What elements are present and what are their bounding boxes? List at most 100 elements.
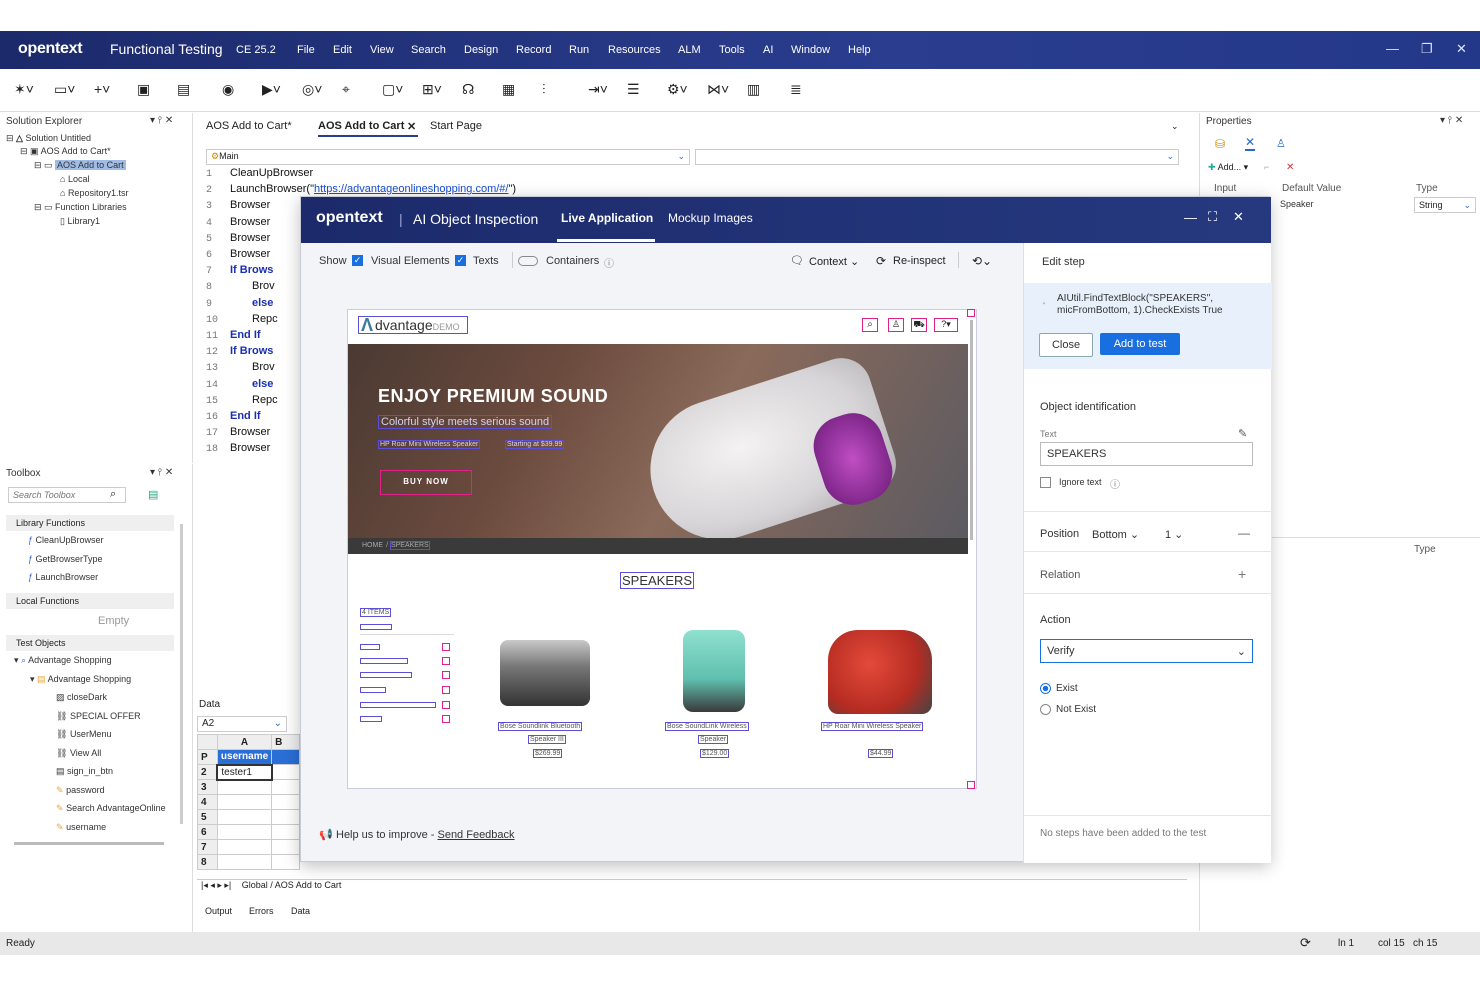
type-select[interactable]: String ⌄ [1414, 197, 1476, 213]
filter-toggle[interactable] [442, 715, 450, 723]
product-image-bose-iii[interactable] [500, 640, 590, 706]
filter-option[interactable] [360, 702, 436, 708]
containers-toggle[interactable] [518, 256, 538, 266]
options-icon[interactable]: ≣ [790, 81, 802, 98]
product-name[interactable]: Speaker [698, 735, 729, 744]
toolbox-refresh-icon[interactable]: ▤ [148, 488, 158, 501]
product-image-soundlink[interactable] [683, 630, 745, 712]
code-line[interactable]: 10 Repc [206, 313, 278, 329]
tab-close-icon[interactable]: ✕ [407, 120, 416, 133]
tree-action[interactable]: ⊟ ▭ AOS Add to Cart [34, 160, 126, 171]
aut-logo[interactable]: Λ dvantageDEMO [358, 315, 468, 335]
ai-icon[interactable]: ⊞˅ [422, 81, 442, 98]
add-to-test-button[interactable]: Add to test [1100, 333, 1180, 355]
general-tab-icon[interactable]: ⛁ [1215, 137, 1225, 151]
open-icon[interactable]: ▭˅ [54, 81, 75, 98]
record-icon[interactable]: ◉ [222, 81, 234, 98]
default-value-cell[interactable]: Speaker [1280, 199, 1314, 209]
menu-ai[interactable]: AI [763, 44, 773, 56]
test-object-item[interactable]: ▾ ⌕ Advantage Shopping [14, 655, 112, 666]
code-line[interactable]: 3 Browser [206, 199, 270, 215]
menu-file[interactable]: File [297, 44, 315, 56]
info-icon[interactable]: ⓘ [1110, 476, 1120, 491]
signal-icon[interactable]: ⫶ [542, 81, 546, 98]
close-icon[interactable]: ✕ [1233, 209, 1244, 225]
not-exist-radio[interactable] [1040, 704, 1051, 715]
exist-radio[interactable] [1040, 683, 1051, 694]
filter-option[interactable] [360, 716, 382, 722]
run-icon[interactable]: ▶˅ [262, 81, 281, 98]
code-line[interactable]: 12 If Brows [206, 345, 273, 361]
table-cell[interactable]: tester1 [216, 763, 273, 781]
filter-option[interactable] [360, 644, 380, 650]
filter-toggle[interactable] [442, 643, 450, 651]
position-dropdown[interactable]: Bottom ⌄ [1092, 528, 1139, 541]
panel-controls[interactable]: ▾ ⫯ ✕ [150, 115, 173, 126]
minimize-icon[interactable]: — [1386, 41, 1399, 56]
sheet-nav-icons[interactable]: |◂ ◂ ▸ ▸| [201, 880, 231, 890]
close-icon[interactable]: ✕ [1456, 41, 1467, 57]
tab-live-application[interactable]: Live Application [561, 211, 653, 225]
tab-errors[interactable]: Errors [249, 906, 274, 916]
spy-icon[interactable]: ☊ [462, 81, 474, 98]
parameters-tab-icon[interactable]: ✕ [1245, 135, 1256, 151]
filter-toggle[interactable] [442, 671, 450, 679]
column-header[interactable]: A [216, 734, 273, 750]
table-cell[interactable] [216, 854, 273, 870]
menu-record[interactable]: Record [516, 44, 551, 56]
menu-resources[interactable]: Resources [608, 44, 661, 56]
test-object-item[interactable]: ▤ sign_in_btn [56, 766, 113, 777]
sync-icon[interactable]: ⟳ [1300, 935, 1311, 951]
table-cell[interactable] [216, 794, 273, 810]
table-cell[interactable] [216, 809, 273, 825]
code-line[interactable]: 18 Browser [206, 442, 270, 458]
test-object-item[interactable]: ✎ password [56, 785, 105, 796]
tree-repository[interactable]: ⌂ Repository1.tsr [60, 188, 128, 198]
minimize-icon[interactable]: — [1184, 210, 1197, 225]
menu-alm[interactable]: ALM [678, 44, 701, 56]
tree-local[interactable]: ⌂ Local [60, 174, 89, 184]
search-icon[interactable]: ⌕ [862, 318, 878, 332]
code-line[interactable]: 11 End If [206, 329, 261, 345]
table-cell[interactable] [216, 779, 273, 795]
info-icon[interactable]: ⓘ [604, 255, 614, 270]
test-object-item[interactable]: ⛓ UserMenu [56, 729, 111, 740]
toolbox-function-item[interactable]: ƒ CleanUpBrowser [28, 535, 104, 545]
tab-output[interactable]: Output [205, 906, 232, 916]
save-all-icon[interactable]: ▤ [177, 81, 190, 98]
text-field[interactable]: SPEAKERS [1040, 442, 1253, 466]
user-tab-icon[interactable]: ♙ [1276, 137, 1286, 150]
target-icon[interactable]: ⌖ [342, 81, 350, 98]
tab-mockup-images[interactable]: Mockup Images [668, 211, 753, 225]
report-icon[interactable]: ▥ [747, 81, 760, 98]
tab-list-icon[interactable]: ⌄ [1171, 121, 1179, 132]
help-icon[interactable]: ?▾ [934, 318, 958, 332]
test-object-item[interactable]: ✎ username [56, 822, 106, 833]
tab-data[interactable]: Data [291, 906, 310, 916]
reinspect-button[interactable]: Re-inspect [893, 255, 946, 267]
code-line[interactable]: 9 else [206, 297, 273, 313]
maximize-icon[interactable]: ⛶ [1208, 209, 1217, 225]
archive-icon[interactable]: ▦ [502, 81, 515, 98]
toolbox-search-input[interactable] [8, 487, 126, 503]
sheet-tab-aos[interactable]: AOS Add to Cart [275, 880, 342, 890]
column-header[interactable]: B [271, 734, 300, 750]
code-line[interactable]: 6 Browser [206, 248, 270, 264]
tree-test[interactable]: ⊟ ▣ AOS Add to Cart* [20, 146, 111, 157]
product-name[interactable]: Bose Soundlink Bluetooth [498, 722, 583, 731]
ignore-text-checkbox[interactable] [1040, 477, 1051, 488]
tree-solution[interactable]: ⊟ △ Solution Untitled [6, 133, 91, 144]
menu-tools[interactable]: Tools [719, 44, 745, 56]
code-line[interactable]: 5 Browser [206, 232, 270, 248]
share-icon[interactable]: ⋈˅ [707, 81, 729, 98]
menu-view[interactable]: View [370, 44, 394, 56]
filter-option[interactable] [360, 672, 412, 678]
breadcrumb-home[interactable]: HOME [362, 542, 383, 549]
table-cell[interactable] [216, 824, 273, 840]
menu-design[interactable]: Design [464, 44, 498, 56]
code-line[interactable]: 17 Browser [206, 426, 270, 442]
code-line[interactable]: 8 Brov [206, 280, 275, 296]
close-button[interactable]: Close [1039, 333, 1093, 357]
new-icon[interactable]: ✶˅ [14, 81, 34, 98]
code-line[interactable]: 4 Browser [206, 216, 270, 232]
